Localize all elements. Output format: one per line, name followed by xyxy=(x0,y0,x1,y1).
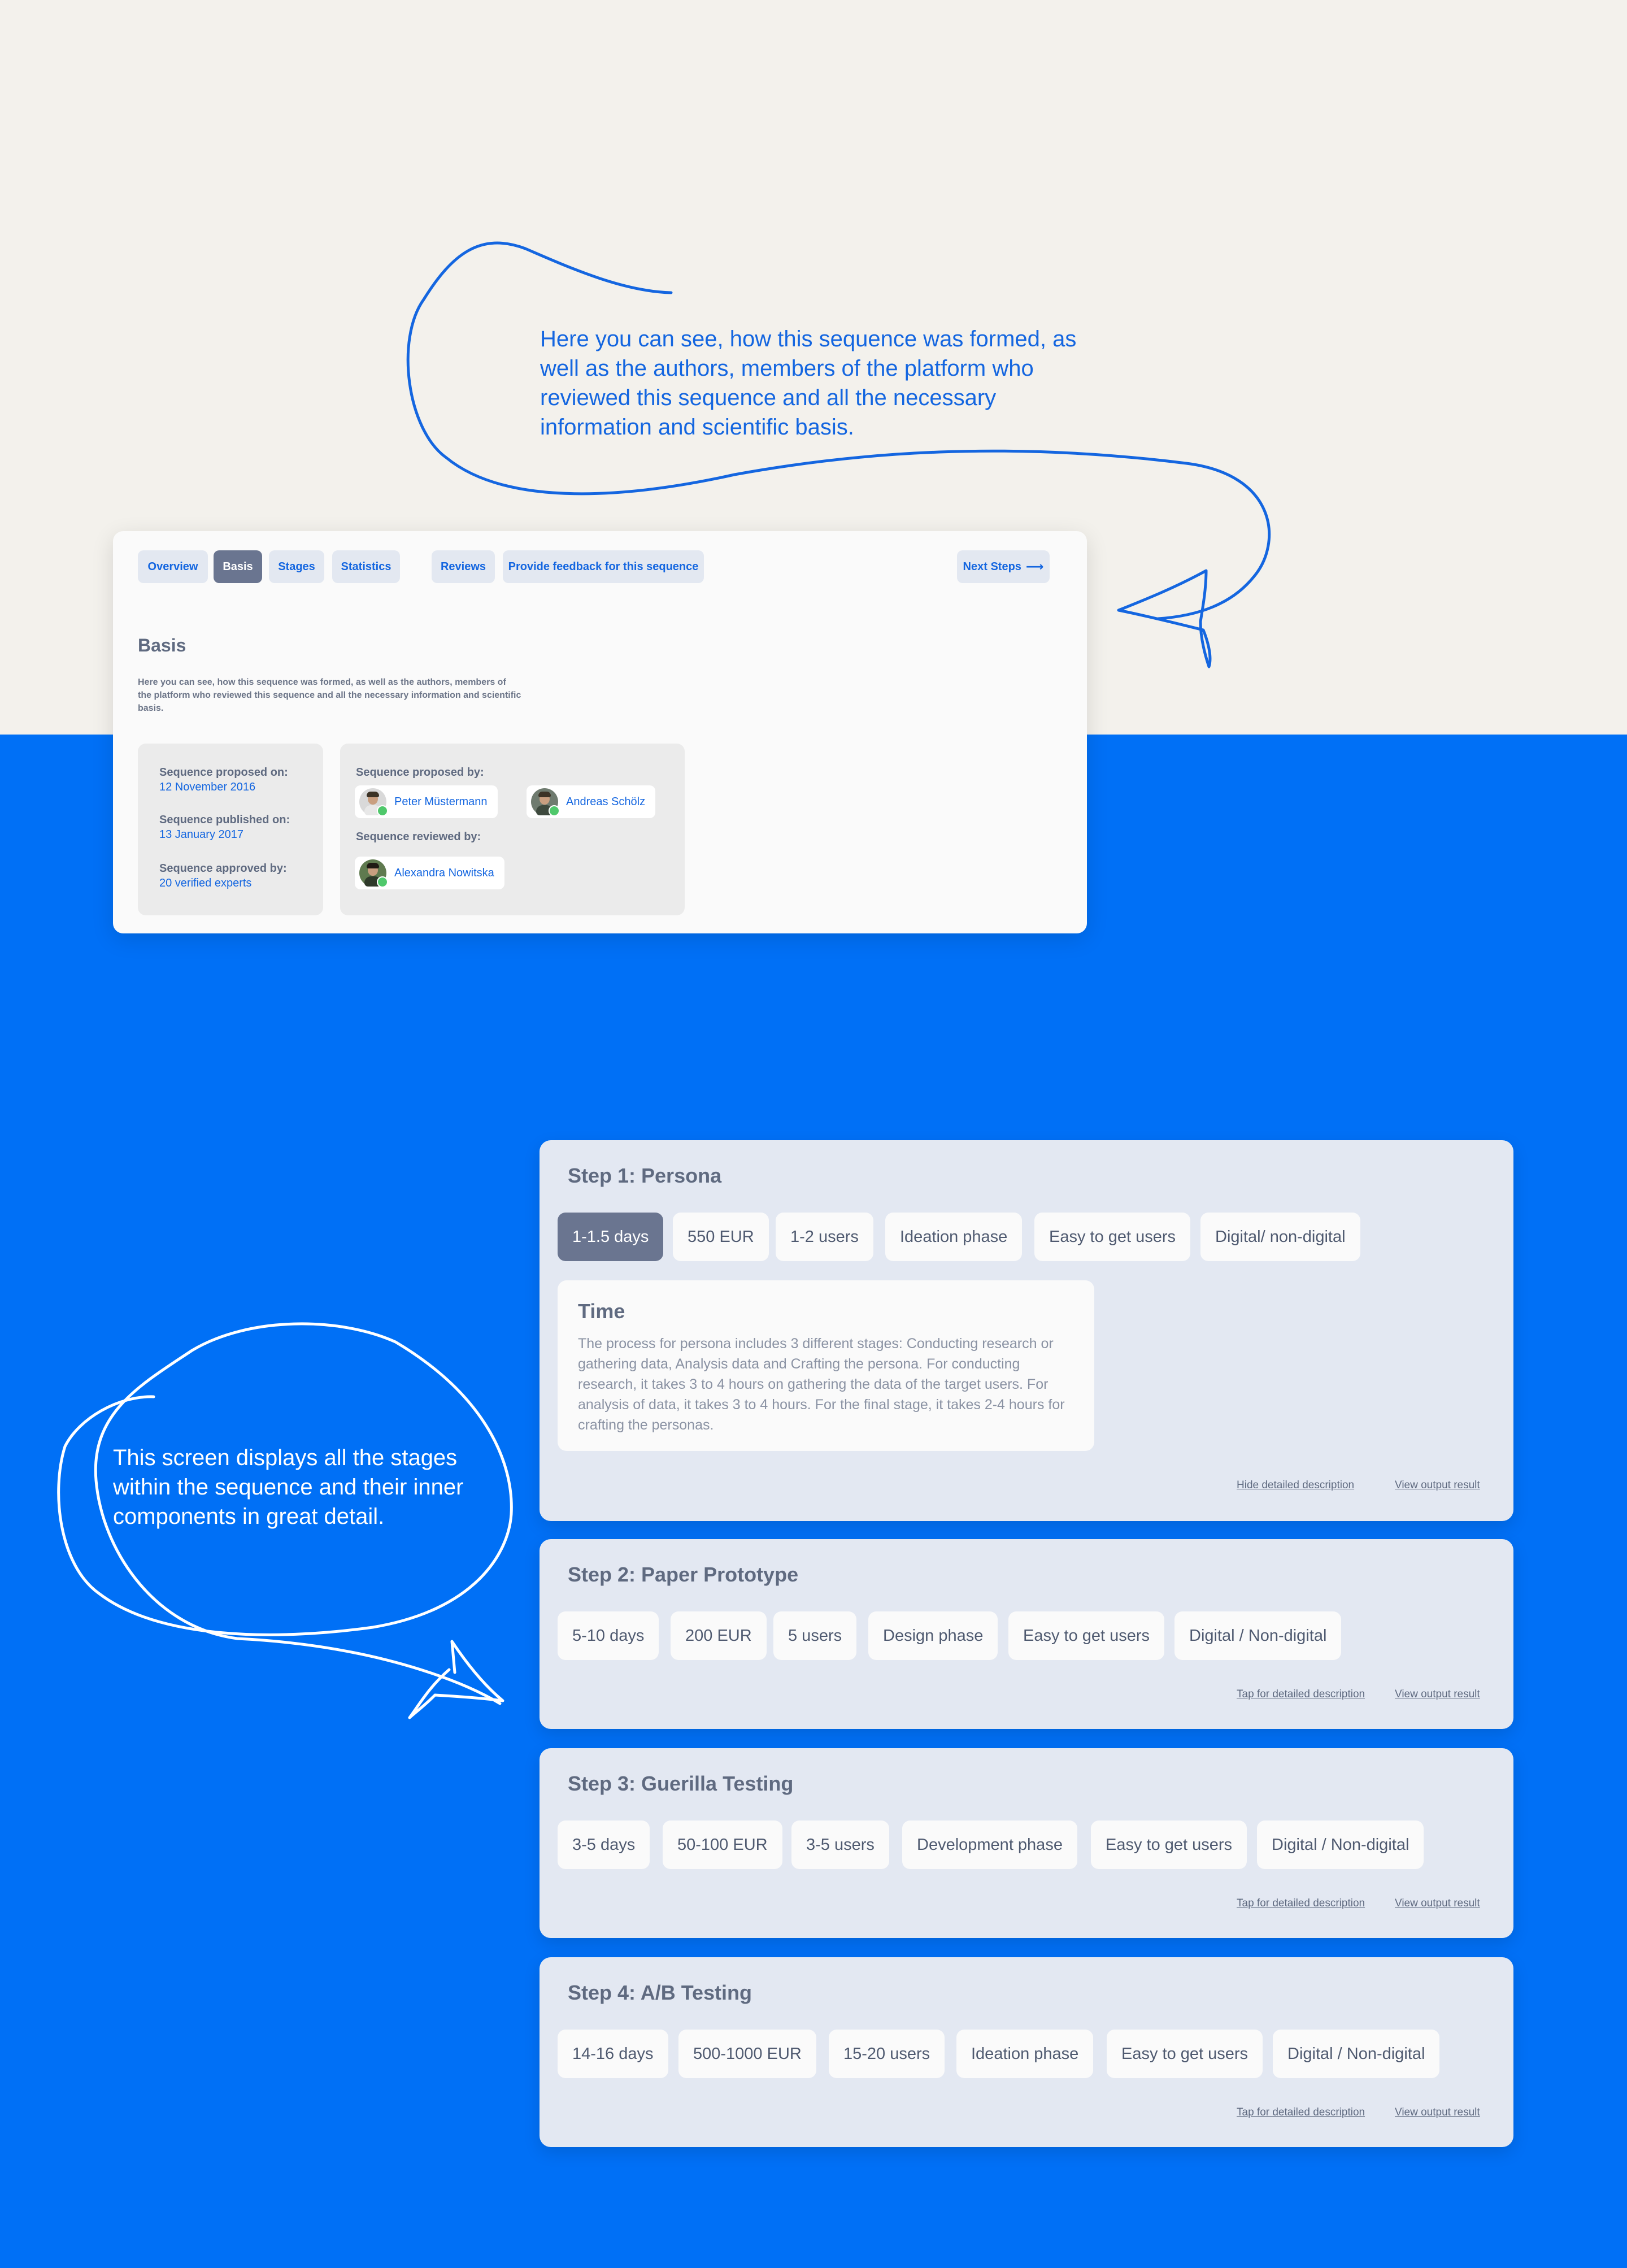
tag-cost[interactable]: 200 EUR xyxy=(671,1611,767,1660)
detail-panel: Time The process for persona includes 3 … xyxy=(558,1280,1094,1451)
avatar xyxy=(531,788,560,816)
tab-overview[interactable]: Overview xyxy=(138,550,208,583)
tag-recruitment[interactable]: Easy to get users xyxy=(1091,1821,1247,1869)
hide-description-link[interactable]: Hide detailed description xyxy=(1237,1479,1354,1492)
published-on-label: Sequence published on: xyxy=(159,814,290,826)
tag-cost[interactable]: 50-100 EUR xyxy=(663,1821,782,1869)
person-chip-reviewer-1[interactable]: Alexandra Nowitska xyxy=(355,857,504,889)
online-status-icon xyxy=(377,876,388,888)
person-chip-proposer-1[interactable]: Peter Müstermann xyxy=(355,785,498,818)
tag-phase[interactable]: Design phase xyxy=(868,1611,998,1660)
tag-users[interactable]: 1-2 users xyxy=(776,1213,873,1261)
tag-phase[interactable]: Ideation phase xyxy=(885,1213,1023,1261)
next-steps-label: Next Steps xyxy=(963,560,1021,573)
basis-title: Basis xyxy=(138,635,186,655)
detail-text: The process for persona includes 3 diffe… xyxy=(578,1336,1065,1433)
detailed-description-link[interactable]: Tap for detailed description xyxy=(1237,1688,1365,1701)
tag-time[interactable]: 5-10 days xyxy=(558,1611,659,1660)
avatar xyxy=(359,859,388,888)
detail-title: Time xyxy=(578,1300,625,1323)
step-card-1: Step 1: Persona 1-1.5 days 550 EUR 1-2 u… xyxy=(540,1140,1513,1521)
tag-recruitment[interactable]: Easy to get users xyxy=(1034,1213,1191,1261)
tag-medium[interactable]: Digital/ non-digital xyxy=(1200,1213,1360,1261)
tag-cost[interactable]: 550 EUR xyxy=(673,1213,769,1261)
annotation-top-text: Here you can see, how this sequence was … xyxy=(540,327,1077,440)
online-status-icon xyxy=(377,805,388,816)
view-output-link[interactable]: View output result xyxy=(1395,1897,1480,1910)
tag-recruitment[interactable]: Easy to get users xyxy=(1008,1611,1165,1660)
step-title: Step 3: Guerilla Testing xyxy=(568,1772,794,1795)
tag-phase[interactable]: Ideation phase xyxy=(956,2030,1094,2078)
tag-recruitment[interactable]: Easy to get users xyxy=(1107,2030,1263,2078)
arrow-right-icon: ⟶ xyxy=(1025,559,1044,573)
tab-statistics[interactable]: Statistics xyxy=(332,550,400,583)
tag-medium[interactable]: Digital / Non-digital xyxy=(1273,2030,1440,2078)
sequence-people-box: Sequence proposed by: Peter Müstermann A… xyxy=(340,744,685,915)
proposed-by-label: Sequence proposed by: xyxy=(356,766,484,779)
view-output-link[interactable]: View output result xyxy=(1395,1479,1480,1492)
approved-by-label: Sequence approved by: xyxy=(159,862,287,875)
step-card-4: Step 4: A/B Testing 14-16 days 500-1000 … xyxy=(540,1957,1513,2147)
published-on-value: 13 January 2017 xyxy=(159,828,244,841)
tag-time[interactable]: 1-1.5 days xyxy=(558,1213,664,1261)
reviewed-by-label: Sequence reviewed by: xyxy=(356,831,481,843)
person-name: Alexandra Nowitska xyxy=(394,866,494,879)
detailed-description-link[interactable]: Tap for detailed description xyxy=(1237,2106,1365,2119)
tag-users[interactable]: 3-5 users xyxy=(791,1821,889,1869)
detailed-description-link[interactable]: Tap for detailed description xyxy=(1237,1897,1365,1910)
view-output-link[interactable]: View output result xyxy=(1395,1688,1480,1701)
tag-cost[interactable]: 500-1000 EUR xyxy=(678,2030,816,2078)
person-chip-proposer-2[interactable]: Andreas Schölz xyxy=(527,785,656,818)
tab-provide-feedback[interactable]: Provide feedback for this sequence xyxy=(503,550,704,583)
step-title: Step 2: Paper Prototype xyxy=(568,1563,799,1586)
tab-stages[interactable]: Stages xyxy=(269,550,324,583)
step-title: Step 1: Persona xyxy=(568,1164,722,1187)
view-output-link[interactable]: View output result xyxy=(1395,2106,1480,2119)
tag-medium[interactable]: Digital / Non-digital xyxy=(1257,1821,1424,1869)
approved-by-value[interactable]: 20 verified experts xyxy=(159,877,251,890)
tag-time[interactable]: 14-16 days xyxy=(558,2030,668,2078)
tab-basis[interactable]: Basis xyxy=(214,550,262,583)
online-status-icon xyxy=(549,805,560,816)
person-name: Peter Müstermann xyxy=(394,795,488,808)
basis-card: Overview Basis Stages Statistics Reviews… xyxy=(113,531,1087,933)
tag-time[interactable]: 3-5 days xyxy=(558,1821,650,1869)
next-steps-button[interactable]: Next Steps ⟶ xyxy=(957,550,1050,583)
proposed-on-label: Sequence proposed on: xyxy=(159,766,288,779)
tag-users[interactable]: 5 users xyxy=(773,1611,857,1660)
person-name: Andreas Schölz xyxy=(566,795,646,808)
basis-description: Here you can see, how this sequence was … xyxy=(138,677,521,713)
proposed-on-value: 12 November 2016 xyxy=(159,781,256,793)
step-card-2: Step 2: Paper Prototype 5-10 days 200 EU… xyxy=(540,1539,1513,1729)
step-title: Step 4: A/B Testing xyxy=(568,1981,752,2004)
tag-phase[interactable]: Development phase xyxy=(902,1821,1077,1869)
tag-medium[interactable]: Digital / Non-digital xyxy=(1174,1611,1342,1660)
sequence-dates-box: Sequence proposed on: 12 November 2016 S… xyxy=(138,744,323,915)
annotation-bottom-text: This screen displays all the stages with… xyxy=(113,1445,464,1529)
step-card-3: Step 3: Guerilla Testing 3-5 days 50-100… xyxy=(540,1748,1513,1938)
tab-reviews[interactable]: Reviews xyxy=(432,550,495,583)
tag-users[interactable]: 15-20 users xyxy=(829,2030,945,2078)
avatar xyxy=(359,788,388,816)
